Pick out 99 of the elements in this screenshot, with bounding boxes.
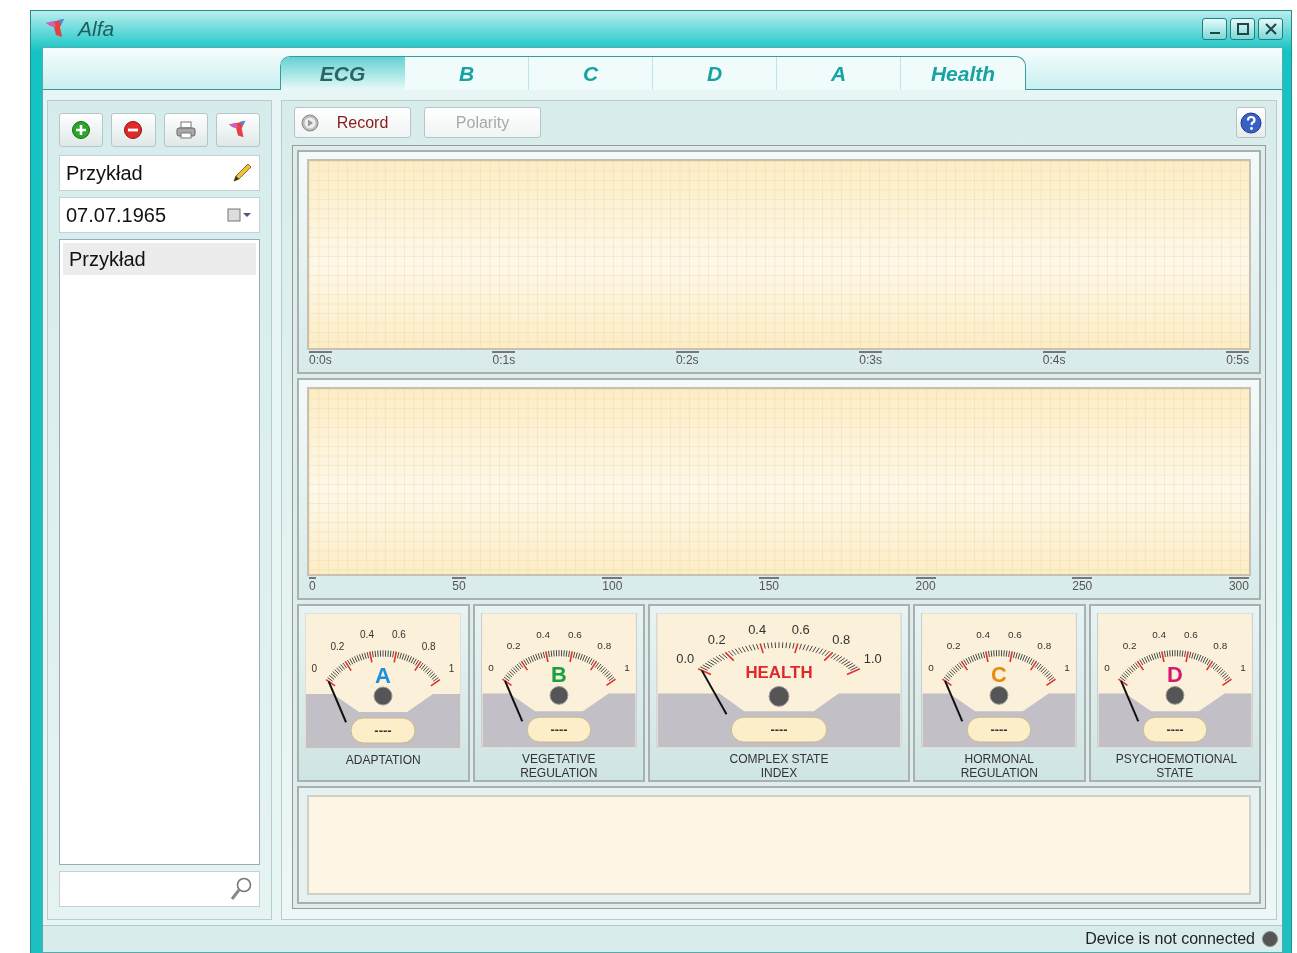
scale-label: 1 — [449, 662, 455, 674]
close-icon — [1263, 22, 1278, 36]
axis-label: 50 — [452, 576, 466, 592]
scale-label: 1 — [1240, 662, 1246, 674]
readout-display: ---- — [350, 717, 416, 744]
scale-label: 0.2 — [330, 640, 345, 652]
minimize-icon — [1209, 32, 1220, 34]
needle-knob-icon — [549, 685, 569, 705]
axis-label: 0:0s — [309, 350, 332, 366]
scale-label: 0.4 — [1152, 628, 1166, 640]
add-button[interactable] — [59, 113, 104, 147]
remove-button[interactable] — [111, 113, 156, 147]
scale-label: 0.4 — [748, 621, 767, 637]
tab[interactable]: B — [405, 57, 529, 90]
help-button[interactable] — [1236, 107, 1266, 138]
readout-display: ---- — [967, 716, 1032, 743]
scale-label: 0 — [487, 662, 494, 674]
gauge-letter: C — [991, 662, 1008, 688]
scale-label: 0.6 — [791, 621, 810, 637]
name-field[interactable]: Przykład — [59, 155, 260, 191]
gauge-caption: HORMONAL REGULATION — [959, 752, 1039, 780]
logo-button[interactable] — [215, 113, 260, 147]
axis-label: 0:1s — [492, 350, 516, 366]
axis-label: 100 — [602, 576, 623, 592]
axis-label: 0:2s — [675, 350, 699, 366]
help-icon — [1240, 111, 1262, 134]
needle-knob-icon — [768, 685, 790, 707]
record-button[interactable]: Record — [294, 107, 411, 138]
maximize-icon — [1235, 22, 1250, 36]
readout-display: ---- — [730, 716, 828, 743]
scale-label: 0.8 — [832, 632, 851, 648]
scale-label: 0.2 — [707, 632, 726, 648]
scale-label: 0.8 — [1213, 640, 1227, 652]
gauge-letter: HEALTH — [745, 662, 813, 682]
gauge-caption: COMPLEX STATE INDEX — [728, 752, 830, 780]
scale-label: 0 — [311, 662, 318, 674]
gauge-needle — [944, 679, 964, 723]
gauge-letter: A — [375, 663, 392, 688]
status-text: Device is not connected — [1085, 930, 1255, 948]
scale-label: 1.0 — [863, 651, 882, 667]
tab[interactable]: D — [653, 57, 777, 90]
gauge-needle — [1119, 679, 1140, 723]
tab[interactable]: A — [777, 57, 901, 90]
scale-label: 0.6 — [567, 628, 582, 640]
scale-label: 0.0 — [676, 651, 695, 667]
scale-label: 0.6 — [1008, 628, 1022, 640]
plus-icon — [71, 120, 92, 140]
scale-label: 0.2 — [1122, 640, 1137, 652]
scale-label: 0.8 — [597, 640, 611, 652]
needle-knob-icon — [989, 685, 1009, 705]
scale-label: 0.2 — [506, 640, 521, 652]
minimize-button[interactable] — [1202, 18, 1227, 40]
scale-label: 0.4 — [976, 628, 991, 640]
scale-label: 1 — [624, 662, 630, 674]
scale-label: 0 — [1103, 662, 1110, 674]
axis-label: 0:5s — [1226, 350, 1249, 366]
list-item[interactable]: Przykład — [63, 243, 256, 275]
play-icon — [301, 113, 319, 132]
calendar-dropdown-icon[interactable] — [227, 207, 253, 223]
scale-label: 0.8 — [1037, 640, 1052, 652]
gauge-letter: D — [1166, 662, 1183, 688]
maximize-button[interactable] — [1230, 18, 1255, 40]
gauge-needle — [700, 669, 728, 716]
scale-label: 0.4 — [360, 628, 375, 640]
needle-knob-icon — [373, 686, 393, 706]
gauge-letter: B — [550, 662, 567, 688]
scale-label: 0.6 — [392, 628, 407, 640]
date-field[interactable]: 07.07.1965 — [59, 197, 260, 233]
scale-label: 0.2 — [947, 640, 961, 652]
search-icon[interactable] — [229, 876, 253, 902]
scale-label: 0.4 — [536, 628, 550, 640]
search-field[interactable] — [59, 871, 260, 907]
axis-label: 200 — [915, 576, 936, 592]
readout-display: ---- — [526, 716, 591, 743]
axis-label: 150 — [758, 576, 779, 592]
tab[interactable]: ECG — [281, 57, 405, 90]
scale-label: 1 — [1064, 662, 1071, 674]
axis-label: 250 — [1072, 576, 1093, 592]
gauge-caption: ADAPTATION — [345, 753, 421, 767]
needle-knob-icon — [1165, 685, 1185, 705]
close-button[interactable] — [1258, 18, 1283, 40]
window-title: Alfa — [78, 17, 115, 41]
pencil-icon[interactable] — [231, 162, 253, 184]
gauge-caption: VEGETATIVE REGULATION — [519, 752, 599, 780]
readout-display: ---- — [1142, 716, 1207, 743]
axis-label: 0:4s — [1042, 350, 1066, 366]
scale-label: 0.8 — [421, 640, 436, 652]
gauge-needle — [503, 679, 524, 723]
axis-label: 0:3s — [859, 350, 883, 366]
axis-label: 0 — [309, 576, 316, 592]
printer-icon — [174, 120, 197, 140]
gauge-needle — [327, 680, 348, 724]
tab[interactable]: Health — [901, 57, 1025, 90]
scale-label: 0 — [928, 662, 934, 674]
tab[interactable]: C — [529, 57, 653, 90]
print-button[interactable] — [163, 113, 208, 147]
axis-label: 300 — [1228, 576, 1249, 592]
minus-icon — [123, 120, 144, 140]
scale-label: 0.6 — [1183, 628, 1198, 640]
